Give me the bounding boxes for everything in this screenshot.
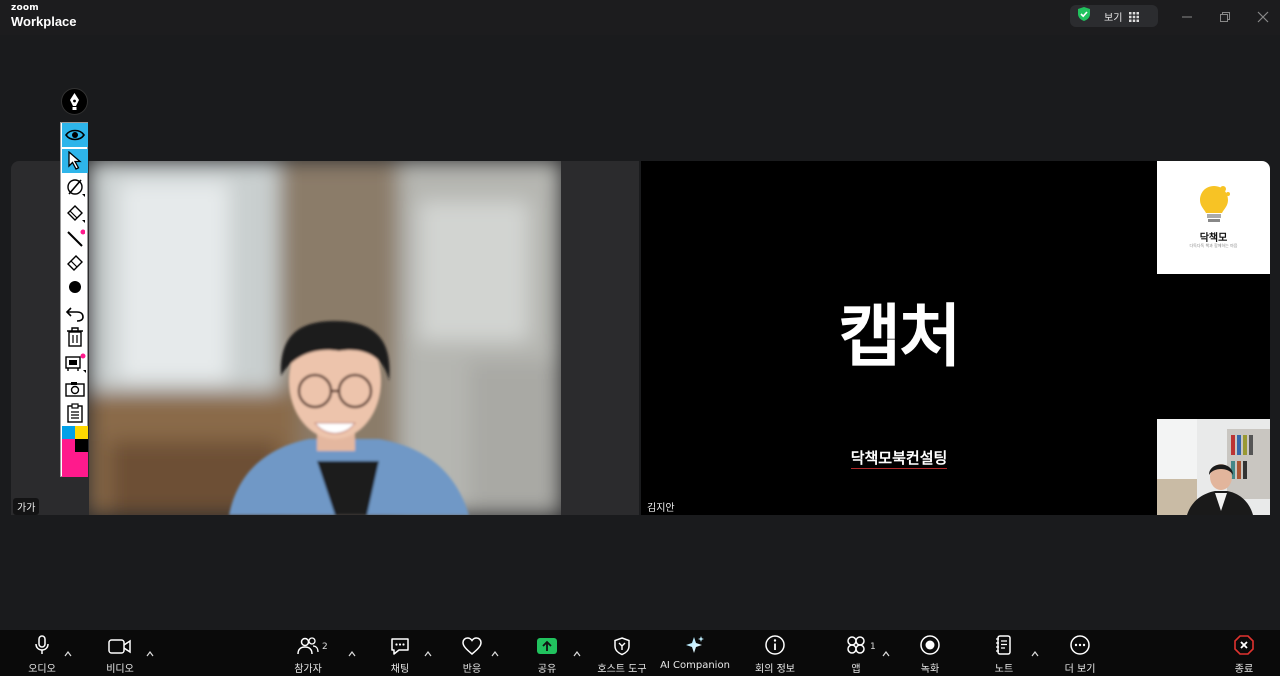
chat-options-chevron-icon[interactable] xyxy=(424,643,432,657)
video-options-chevron-icon[interactable] xyxy=(146,643,154,657)
participant-name-left: 가가 xyxy=(13,498,40,515)
end-icon xyxy=(1233,630,1255,656)
info-icon xyxy=(764,630,786,656)
end-label: 종료 xyxy=(1234,664,1254,675)
logo-tagline: 다독다독 책과 함께하는 마음 xyxy=(1189,243,1238,248)
annotation-toolbar xyxy=(60,122,88,477)
grid-icon xyxy=(1129,7,1140,26)
sparkle-icon xyxy=(684,630,706,656)
more-icon xyxy=(1069,630,1091,656)
apps-label: 앱 xyxy=(851,664,861,675)
zoom-logo: zoom Workplace xyxy=(11,3,77,29)
shield-icon xyxy=(612,630,632,656)
participants-label: 참가자 xyxy=(294,664,322,675)
pen-icon[interactable] xyxy=(62,175,88,199)
presenter-thumbnail[interactable] xyxy=(1157,419,1270,515)
participants-button[interactable]: 참가자 xyxy=(288,630,328,676)
line-icon[interactable] xyxy=(62,227,88,251)
record-label: 녹화 xyxy=(920,664,940,675)
share-screen-icon xyxy=(536,630,558,656)
meeting-controls-bar: 오디오 비디오 참가자 2 채팅 반응 공유 호스트 도구 AI Compani… xyxy=(0,630,1280,676)
stamp-icon[interactable] xyxy=(62,351,88,375)
participants-count: 2 xyxy=(322,642,328,652)
notes-icon xyxy=(994,630,1014,656)
dot-icon[interactable] xyxy=(62,275,88,299)
audio-label: 오디오 xyxy=(28,664,56,675)
ai-companion-label: AI Companion xyxy=(660,660,730,671)
slide-subtitle-text: 닥책모북컨설팅 xyxy=(850,449,948,469)
audio-options-chevron-icon[interactable] xyxy=(64,643,72,657)
share-options-chevron-icon[interactable] xyxy=(573,643,581,657)
brand-bottom: Workplace xyxy=(11,14,77,29)
restore-icon[interactable] xyxy=(1218,9,1232,23)
chat-label: 채팅 xyxy=(390,664,410,675)
logo-panel: 닥책모 다독다독 책과 함께하는 마음 xyxy=(1157,161,1270,274)
audio-button[interactable]: 오디오 xyxy=(22,630,62,676)
notes-options-chevron-icon[interactable] xyxy=(1031,643,1039,657)
heart-icon xyxy=(461,630,483,656)
host-tools-label: 호스트 도구 xyxy=(597,664,647,675)
apps-button[interactable]: 앱 xyxy=(836,630,876,676)
chat-button[interactable]: 채팅 xyxy=(380,630,420,676)
eraser-icon[interactable] xyxy=(62,251,88,275)
end-meeting-button[interactable]: 종료 xyxy=(1224,630,1264,676)
ai-companion-button[interactable]: AI Companion xyxy=(660,630,730,676)
record-button[interactable]: 녹화 xyxy=(910,630,950,676)
video-label: 비디오 xyxy=(106,664,134,675)
share-label: 공유 xyxy=(537,664,557,675)
pointer-icon[interactable] xyxy=(62,149,88,173)
reactions-label: 반응 xyxy=(462,664,482,675)
participant-video-left xyxy=(89,161,561,515)
notes-label: 노트 xyxy=(994,664,1014,675)
eye-icon[interactable] xyxy=(62,123,88,147)
view-label: 보기 xyxy=(1104,12,1123,24)
slide-title: 캡처 xyxy=(838,298,961,377)
host-tools-button[interactable]: 호스트 도구 xyxy=(592,630,652,676)
record-icon xyxy=(919,630,941,656)
chat-icon xyxy=(389,630,411,656)
share-button[interactable]: 공유 xyxy=(527,630,567,676)
reactions-options-chevron-icon[interactable] xyxy=(491,643,499,657)
logo-name: 닥책모 xyxy=(1199,233,1228,244)
video-camera-icon xyxy=(108,630,132,656)
participant-name-right: 김지안 xyxy=(643,498,679,515)
shared-screen-tile[interactable]: 캡처 닥책모북컨설팅 닥책모 다독다독 책과 함께하는 마음 xyxy=(641,161,1270,515)
close-icon[interactable] xyxy=(1256,9,1270,23)
more-button[interactable]: 더 보기 xyxy=(1058,630,1102,676)
apps-icon xyxy=(845,630,867,656)
minimize-icon[interactable] xyxy=(1180,9,1194,23)
shield-check-icon xyxy=(1076,6,1092,26)
undo-icon[interactable] xyxy=(62,301,88,325)
notes-button[interactable]: 노트 xyxy=(984,630,1024,676)
annotation-pen-icon[interactable] xyxy=(61,88,88,115)
reactions-button[interactable]: 반응 xyxy=(452,630,492,676)
slide-subtitle: 닥책모북컨설팅 xyxy=(641,447,1157,469)
video-button[interactable]: 비디오 xyxy=(100,630,140,676)
color-swatches[interactable] xyxy=(62,426,88,477)
meeting-info-button[interactable]: 회의 정보 xyxy=(750,630,800,676)
more-label: 더 보기 xyxy=(1064,664,1096,675)
microphone-icon xyxy=(32,630,52,656)
apps-count: 1 xyxy=(870,642,876,652)
clipboard-icon[interactable] xyxy=(62,401,88,425)
view-button[interactable]: 보기 xyxy=(1070,5,1158,27)
apps-options-chevron-icon[interactable] xyxy=(882,643,890,657)
brand-top: zoom xyxy=(11,3,39,13)
participants-options-chevron-icon[interactable] xyxy=(348,643,356,657)
zoom-window: zoom Workplace 보기 가가 캡처 닥책모북컨설팅 닥책모 다독다독… xyxy=(0,0,1280,676)
highlighter-icon[interactable] xyxy=(62,201,88,225)
title-bar: zoom Workplace 보기 xyxy=(0,0,1280,35)
lightbulb-logo-icon xyxy=(1197,183,1231,229)
participants-icon xyxy=(297,630,319,656)
trash-icon[interactable] xyxy=(62,325,88,349)
meeting-info-label: 회의 정보 xyxy=(755,664,795,675)
camera-icon[interactable] xyxy=(62,377,88,401)
